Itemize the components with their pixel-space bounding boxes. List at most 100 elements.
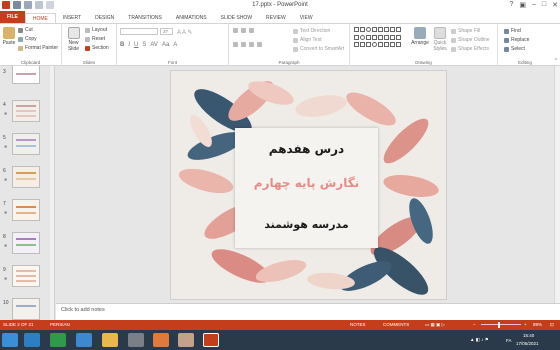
maximize-icon[interactable]: □ — [542, 1, 546, 9]
thumbnail-slide-10[interactable] — [12, 298, 40, 320]
copy-button[interactable]: Copy — [18, 36, 37, 42]
font-style-buttons[interactable]: B I U S AV Aa A — [120, 42, 177, 48]
app-icon[interactable] — [128, 333, 144, 347]
align-buttons[interactable] — [233, 42, 262, 47]
tab-slide-show[interactable]: SLIDE SHOW — [214, 13, 259, 23]
firefox-icon[interactable] — [153, 333, 169, 347]
strike-icon[interactable]: S — [142, 42, 146, 48]
font-label: Font — [167, 60, 177, 65]
tab-review[interactable]: REVIEW — [259, 13, 293, 23]
thumbnails-scrollbar[interactable] — [50, 66, 54, 320]
input-language[interactable]: FA — [506, 338, 512, 343]
smartart-icon — [293, 46, 298, 52]
layout-button[interactable]: Layout — [85, 27, 107, 33]
align-text-icon — [293, 37, 298, 43]
powerpoint-taskbar-icon[interactable] — [203, 333, 219, 347]
font-color-icon[interactable]: A — [173, 42, 177, 48]
thumbnail-slide-6[interactable] — [12, 166, 40, 188]
tab-file[interactable]: FILE — [0, 11, 25, 23]
align-right-icon[interactable] — [249, 42, 254, 47]
tab-animations[interactable]: ANIMATIONS — [169, 13, 214, 23]
shape-outline-button[interactable]: Shape Outline — [451, 37, 490, 43]
cut-button[interactable]: Cut — [18, 27, 33, 33]
align-text-button[interactable]: Align Text — [293, 37, 322, 43]
text-direction-button[interactable]: Text Direction — [293, 28, 330, 34]
tab-insert[interactable]: INSERT — [56, 13, 88, 23]
replace-icon — [504, 37, 509, 43]
tab-transitions[interactable]: TRANSITIONS — [121, 13, 169, 23]
comments-button[interactable]: COMMENTS — [383, 322, 409, 327]
change-case-icon[interactable]: Aa — [162, 42, 169, 48]
find-button[interactable]: Find — [504, 28, 521, 34]
reset-button[interactable]: Reset — [85, 36, 105, 42]
app-icon[interactable] — [178, 333, 194, 347]
font-size-buttons[interactable]: A A ✎ — [177, 29, 192, 36]
thumbnail-slide-8[interactable] — [12, 232, 40, 254]
notes-button[interactable]: NOTES — [350, 322, 366, 327]
tab-home[interactable]: HOME — [24, 13, 56, 23]
italic-icon[interactable]: I — [128, 42, 130, 48]
zoom-level[interactable]: 89% — [533, 322, 542, 327]
explorer-icon[interactable] — [102, 333, 118, 347]
convert-smartart-button[interactable]: Convert to SmartArt — [293, 46, 344, 52]
chrome-icon[interactable] — [50, 333, 66, 347]
paragraph-label: Paragraph — [278, 60, 300, 65]
section-button[interactable]: Section — [85, 45, 109, 51]
indent-icon[interactable] — [249, 28, 254, 33]
justify-icon[interactable] — [257, 42, 262, 47]
telegram-icon[interactable] — [24, 333, 40, 347]
drawing-group: Arrange Quick Styles Shape Fill Shape Ou… — [350, 24, 498, 66]
thumbnail-slide-3[interactable] — [12, 66, 40, 84]
thumbnail-slide-4[interactable] — [12, 100, 40, 122]
arrange-button[interactable]: Arrange — [410, 27, 430, 46]
collapse-ribbon-icon[interactable]: ^ — [555, 58, 557, 64]
ribbon-options-icon[interactable]: ▣ — [519, 1, 526, 9]
underline-icon[interactable]: U — [134, 42, 138, 48]
font-size-box[interactable]: 27 — [160, 28, 173, 35]
bullets-icon[interactable] — [233, 28, 238, 33]
language-indicator[interactable]: PERSIAN — [50, 322, 70, 327]
close-icon[interactable]: ✕ — [552, 1, 558, 9]
thumbnail-number: 9 — [3, 267, 6, 273]
thumbnail-number: 7 — [3, 201, 6, 207]
zoom-out-button[interactable]: – — [473, 322, 476, 327]
start-button-icon[interactable] — [2, 333, 18, 347]
shapes-gallery[interactable] — [354, 27, 401, 49]
view-buttons[interactable]: ▭ ▦ ▣ ▷ — [425, 322, 445, 328]
format-painter-button[interactable]: Format Painter — [18, 45, 58, 51]
notes-pane[interactable]: Click to add notes — [56, 303, 560, 320]
thumbnail-slide-5[interactable] — [12, 133, 40, 155]
clock-time[interactable]: 15:40 — [523, 333, 534, 338]
paste-button[interactable]: Paste — [2, 27, 16, 46]
clock-date[interactable]: 17/05/2021 — [516, 341, 539, 346]
zoom-in-button[interactable]: + — [524, 322, 527, 327]
new-slide-button[interactable]: New Slide — [65, 27, 82, 52]
replace-button[interactable]: Replace — [504, 37, 529, 43]
zoom-slider-thumb[interactable] — [498, 322, 500, 328]
current-slide[interactable]: درس هفدهم نگارش پایه چهارم مدرسه هوشمند — [170, 70, 447, 300]
font-name-box[interactable] — [120, 28, 158, 35]
zoom-slider[interactable] — [481, 324, 521, 325]
help-icon[interactable]: ? — [509, 1, 513, 9]
tab-design[interactable]: DESIGN — [88, 13, 121, 23]
ie-icon[interactable] — [76, 333, 92, 347]
numbering-icon[interactable] — [241, 28, 246, 33]
fit-slide-icon[interactable]: ⊡ — [550, 322, 554, 328]
title-card[interactable]: درس هفدهم نگارش پایه چهارم مدرسه هوشمند — [235, 128, 378, 248]
system-tray-icons[interactable]: ▲ ◧ ♪ ⚑ — [470, 337, 489, 343]
minimize-icon[interactable]: – — [532, 1, 536, 9]
tab-view[interactable]: VIEW — [293, 13, 320, 23]
bold-icon[interactable]: B — [120, 42, 124, 48]
thumbnail-slide-9[interactable] — [12, 265, 40, 287]
align-left-icon[interactable] — [233, 42, 238, 47]
char-spacing-icon[interactable]: AV — [150, 42, 158, 48]
shape-fill-button[interactable]: Shape Fill — [451, 28, 480, 34]
shape-effects-button[interactable]: Shape Effects — [451, 46, 489, 52]
quick-styles-button[interactable]: Quick Styles — [432, 27, 448, 52]
editor-scrollbar[interactable] — [554, 66, 560, 303]
select-button[interactable]: Select — [504, 46, 525, 52]
align-center-icon[interactable] — [241, 42, 246, 47]
thumbnail-slide-7[interactable] — [12, 199, 40, 221]
list-buttons[interactable] — [233, 28, 254, 33]
paragraph-group: Text Direction Align Text Convert to Sma… — [229, 24, 350, 66]
